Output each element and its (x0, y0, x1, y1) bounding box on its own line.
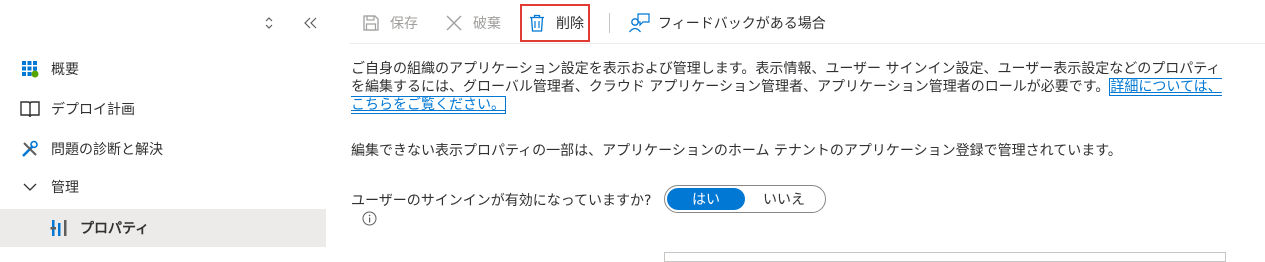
signin-enabled-toggle[interactable]: はい いいえ (664, 185, 826, 213)
sidebar-item-diagnose[interactable]: 問題の診断と解決 (0, 130, 326, 168)
sidebar-item-label: 概要 (51, 62, 79, 78)
discard-label: 破棄 (473, 16, 501, 32)
sidebar-item-label: プロパティ (80, 221, 150, 237)
description-text: ご自身の組織のアプリケーション設定を表示および管理します。表示情報、ユーザー サ… (351, 61, 1221, 95)
discard-button[interactable]: 破棄 (443, 6, 501, 40)
sidebar-item-label: 管理 (51, 180, 79, 196)
note-text: 編集できない表示プロパティの一部は、アプリケーションのホーム テナントのアプリケ… (351, 143, 1122, 159)
sidebar-item-label: デプロイ計画 (51, 102, 135, 118)
sidebar-item-overview[interactable]: 概要 (0, 50, 326, 88)
toolbar-divider (609, 13, 610, 33)
save-label: 保存 (390, 16, 418, 32)
overview-grid-icon (19, 58, 41, 80)
command-bar: 保存 破棄 削除 フィードバックがある場合 (350, 4, 1265, 42)
save-button[interactable]: 保存 (360, 6, 418, 40)
next-field-box[interactable] (664, 252, 1226, 262)
sidebar-item-deployment-plan[interactable]: デプロイ計画 (0, 90, 326, 128)
info-icon[interactable] (362, 211, 377, 226)
toggle-no-option[interactable]: いいえ (745, 188, 823, 210)
feedback-label: フィードバックがある場合 (658, 16, 826, 32)
chevron-down-icon (19, 176, 41, 198)
book-icon (19, 98, 41, 120)
sidebar-item-label: 問題の診断と解決 (51, 142, 163, 158)
properties-bars-icon (48, 217, 70, 239)
description-paragraph: ご自身の組織のアプリケーション設定を表示および管理します。表示情報、ユーザー サ… (351, 60, 1231, 114)
toggle-yes-option[interactable]: はい (667, 188, 745, 210)
sort-toggle-icon[interactable] (255, 8, 283, 38)
properties-description: ご自身の組織のアプリケーション設定を表示および管理します。表示情報、ユーザー サ… (351, 60, 1231, 114)
tools-icon (19, 138, 41, 160)
close-icon (443, 12, 465, 34)
feedback-person-icon (628, 12, 650, 34)
sidebar-item-properties[interactable]: プロパティ (0, 209, 326, 247)
toolbar-divider-line (350, 43, 1265, 44)
delete-button[interactable]: 削除 (520, 4, 590, 42)
sidebar: 概要 デプロイ計画 問題の診断と解決 管理 プロパティ (0, 0, 326, 257)
delete-label: 削除 (556, 16, 584, 32)
trash-icon (526, 12, 548, 34)
feedback-button[interactable]: フィードバックがある場合 (628, 6, 826, 40)
sidebar-group-manage[interactable]: 管理 (0, 168, 326, 206)
signin-enabled-label: ユーザーのサインインが有効になっていますか? (351, 193, 652, 209)
save-icon (360, 12, 382, 34)
collapse-sidebar-icon[interactable] (297, 8, 325, 38)
